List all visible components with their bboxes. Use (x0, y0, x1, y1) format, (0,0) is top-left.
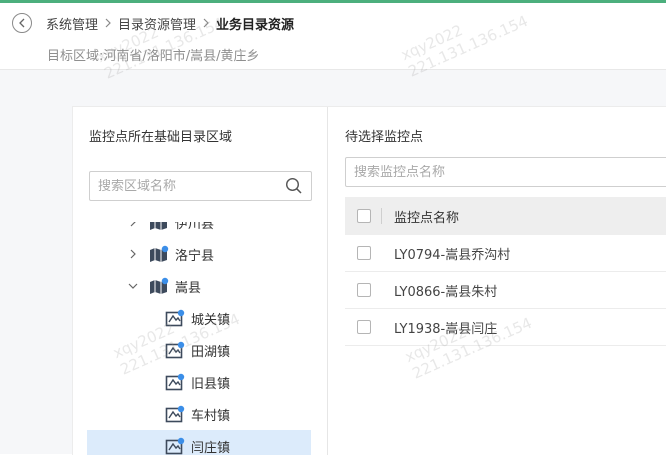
monitor-point-name: LY0866-嵩县朱村 (394, 281, 497, 300)
chevron-right-icon (105, 18, 111, 28)
target-region-text: 目标区域:河南省/洛阳市/嵩县/黄庄乡 (47, 45, 260, 64)
monitor-search-box (345, 157, 666, 187)
map-icon (149, 277, 169, 295)
chevron-right-icon[interactable] (127, 248, 139, 260)
row-checkbox[interactable] (357, 246, 371, 260)
monitor-panel-title: 待选择监控点 (345, 126, 423, 145)
chevron-down-icon[interactable] (127, 280, 139, 292)
region-tree: 伊川县 洛宁县 嵩县 城关镇 (87, 222, 311, 455)
map-outline-icon (165, 309, 185, 327)
region-panel-title: 监控点所在基础目录区域 (89, 126, 232, 145)
tree-node-songxian[interactable]: 嵩县 (87, 270, 311, 302)
monitor-search-input[interactable] (346, 165, 666, 180)
tree-node-yichuan[interactable]: 伊川县 (87, 222, 311, 238)
map-icon (149, 222, 169, 231)
chevron-right-icon[interactable] (127, 222, 139, 228)
tree-node-label: 伊川县 (175, 222, 214, 232)
region-tree-panel: 监控点所在基础目录区域 伊川县 洛宁县 (73, 107, 328, 455)
table-row[interactable]: LY1938-嵩县闫庄 (345, 309, 666, 346)
tree-node-chengguan[interactable]: 城关镇 (87, 302, 311, 334)
tree-node-label: 闫庄镇 (191, 437, 230, 455)
tree-node-yanzhuang[interactable]: 闫庄镇 (87, 430, 311, 455)
selection-card: 监控点所在基础目录区域 伊川县 洛宁县 (72, 106, 666, 455)
map-outline-icon (165, 437, 185, 455)
tree-node-checun[interactable]: 车村镇 (87, 398, 311, 430)
row-checkbox[interactable] (357, 320, 371, 334)
breadcrumb-catalog-resource-management[interactable]: 目录资源管理 (118, 14, 196, 33)
breadcrumb: 系统管理 目录资源管理 业务目录资源 (46, 13, 294, 33)
page-header: 系统管理 目录资源管理 业务目录资源 目标区域:河南省/洛阳市/嵩县/黄庄乡 (0, 3, 666, 70)
select-all-checkbox[interactable] (357, 209, 371, 223)
tree-node-label: 车村镇 (191, 405, 230, 424)
table-header: 监控点名称 (345, 197, 666, 235)
monitor-point-panel: 待选择监控点 监控点名称 LY0794-嵩县乔沟村 LY0866-嵩县朱村 LY… (329, 107, 666, 455)
monitor-point-name: LY1938-嵩县闫庄 (394, 318, 497, 337)
back-button[interactable] (12, 13, 32, 33)
map-outline-icon (165, 373, 185, 391)
header-divider (381, 208, 382, 224)
tree-node-label: 嵩县 (175, 277, 201, 296)
region-search-box (89, 171, 312, 201)
tree-node-label: 城关镇 (191, 309, 230, 328)
table-row[interactable]: LY0794-嵩县乔沟村 (345, 235, 666, 272)
row-checkbox[interactable] (357, 283, 371, 297)
region-search-input[interactable] (90, 179, 285, 194)
table-row[interactable]: LY0866-嵩县朱村 (345, 272, 666, 309)
tree-node-jiuxian[interactable]: 旧县镇 (87, 366, 311, 398)
monitor-point-name: LY0794-嵩县乔沟村 (394, 244, 510, 263)
tree-node-luoning[interactable]: 洛宁县 (87, 238, 311, 270)
map-outline-icon (165, 341, 185, 359)
breadcrumb-business-catalog-resource: 业务目录资源 (216, 14, 294, 33)
column-header-name: 监控点名称 (394, 207, 459, 226)
tree-node-label: 田湖镇 (191, 341, 230, 360)
breadcrumb-system-management[interactable]: 系统管理 (46, 14, 98, 33)
tree-node-label: 旧县镇 (191, 373, 230, 392)
tree-node-tianhu[interactable]: 田湖镇 (87, 334, 311, 366)
map-outline-icon (165, 405, 185, 423)
map-icon (149, 245, 169, 263)
tree-node-label: 洛宁县 (175, 245, 214, 264)
content-area: 监控点所在基础目录区域 伊川县 洛宁县 (0, 70, 666, 454)
search-icon[interactable] (285, 177, 303, 195)
chevron-right-icon (203, 18, 209, 28)
chevron-left-icon (18, 18, 26, 28)
